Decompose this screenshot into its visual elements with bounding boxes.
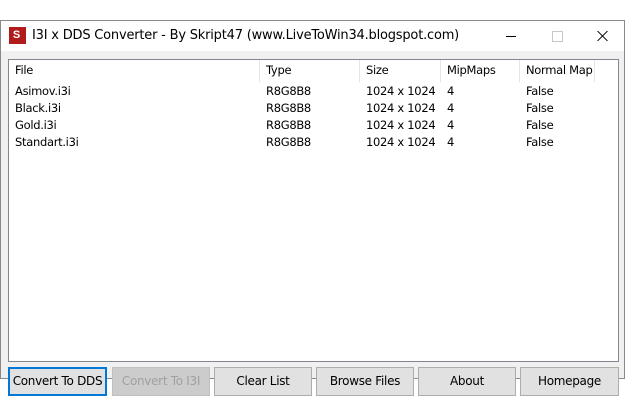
minimize-button[interactable] [488,21,534,51]
browse-files-button[interactable]: Browse Files [316,367,414,396]
clear-list-button[interactable]: Clear List [214,367,312,396]
about-button[interactable]: About [418,367,516,396]
cell-normal-map: False [526,84,554,98]
maximize-icon [551,30,563,42]
file-list[interactable]: File Type Size MipMaps Normal Map Asimov… [8,59,619,362]
title-bar[interactable]: S I3I x DDS Converter - By Skript47 (www… [1,21,624,51]
app-window: S I3I x DDS Converter - By Skript47 (www… [0,20,625,396]
window-title: I3I x DDS Converter - By Skript47 (www.L… [32,28,460,43]
table-row[interactable]: Gold.i3i R8G8B8 1024 x 1024 4 False [9,117,618,134]
convert-to-dds-button[interactable]: Convert To DDS [8,367,107,396]
homepage-button[interactable]: Homepage [520,367,619,396]
cell-mipmaps: 4 [447,84,455,98]
column-header-normal-map[interactable]: Normal Map [520,60,595,82]
close-button[interactable] [580,21,626,51]
cell-mipmaps: 4 [447,101,455,115]
table-row[interactable]: Standart.i3i R8G8B8 1024 x 1024 4 False [9,134,618,151]
table-row[interactable]: Asimov.i3i R8G8B8 1024 x 1024 4 False [9,83,618,100]
column-header-mipmaps[interactable]: MipMaps [441,60,520,82]
cell-mipmaps: 4 [447,118,455,132]
column-header-type[interactable]: Type [260,60,360,82]
list-header: File Type Size MipMaps Normal Map [9,60,618,82]
cell-type: R8G8B8 [266,101,311,115]
cell-file: Black.i3i [15,101,61,115]
column-header-size[interactable]: Size [360,60,441,82]
minimize-icon [506,35,516,37]
cell-size: 1024 x 1024 [366,118,436,132]
cell-file: Standart.i3i [15,135,79,149]
cell-type: R8G8B8 [266,135,311,149]
app-logo-icon[interactable]: S [9,27,26,44]
cell-size: 1024 x 1024 [366,101,436,115]
cell-file: Gold.i3i [15,118,57,132]
cell-mipmaps: 4 [447,135,455,149]
cell-normal-map: False [526,101,554,115]
column-header-file[interactable]: File [9,60,260,82]
cell-type: R8G8B8 [266,84,311,98]
list-rows: Asimov.i3i R8G8B8 1024 x 1024 4 False Bl… [9,83,618,151]
convert-to-i3i-button: Convert To I3I [112,367,210,396]
close-icon [597,30,609,42]
cell-normal-map: False [526,118,554,132]
cell-file: Asimov.i3i [15,84,71,98]
cell-size: 1024 x 1024 [366,135,436,149]
cell-type: R8G8B8 [266,118,311,132]
table-row[interactable]: Black.i3i R8G8B8 1024 x 1024 4 False [9,100,618,117]
app-logo-letter: S [12,29,21,41]
cell-size: 1024 x 1024 [366,84,436,98]
maximize-button [534,21,580,51]
cell-normal-map: False [526,135,554,149]
